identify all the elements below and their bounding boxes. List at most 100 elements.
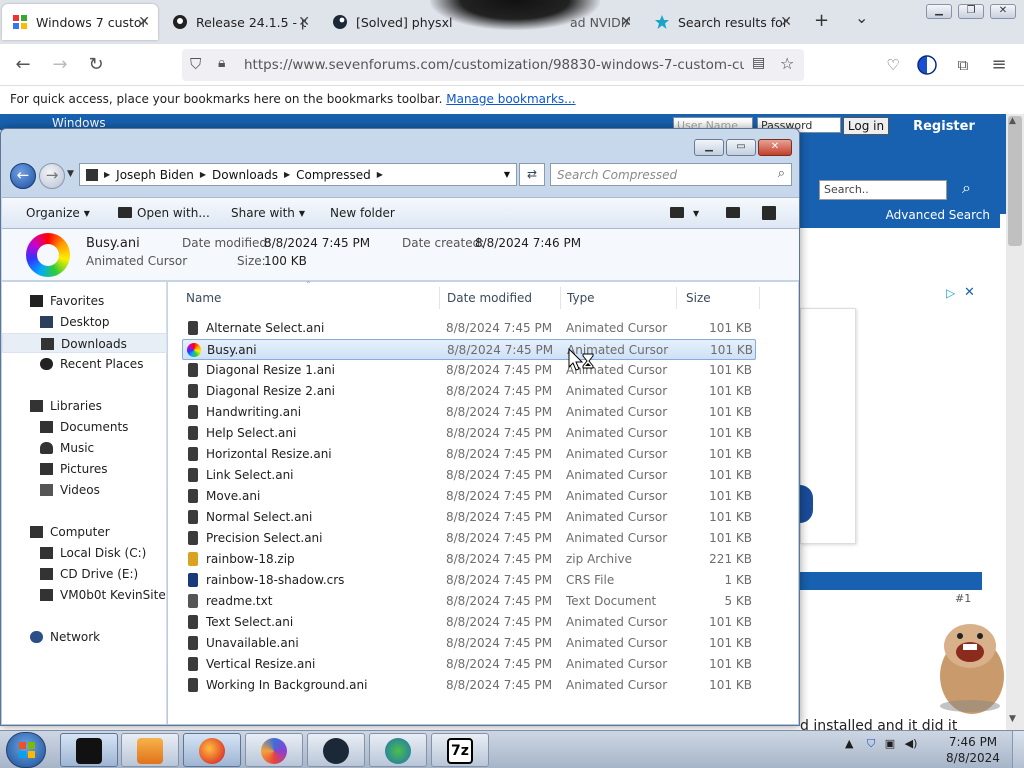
nav-network-share[interactable]: VM0b0t KevinSite (2, 585, 167, 605)
reload-icon[interactable]: ↻ (83, 52, 109, 78)
nav-network[interactable]: Network (2, 627, 167, 647)
nav-local-disk[interactable]: Local Disk (C:) (2, 543, 167, 563)
tray-shield-icon[interactable]: ⛉ (867, 737, 875, 750)
tab-close-icon[interactable]: ✕ (138, 14, 150, 30)
column-header-name[interactable]: Name (186, 287, 440, 309)
nav-videos[interactable]: Videos (2, 480, 167, 500)
table-row[interactable]: Move.ani 8/8/2024 7:45 PM Animated Cursor 1… (182, 486, 756, 507)
table-row[interactable]: Precision Select.ani 8/8/2024 7:45 PM Anim… (182, 528, 756, 549)
table-row[interactable]: Vertical Resize.ani 8/8/2024 7:45 PM Anima… (182, 654, 756, 675)
manage-bookmarks-link[interactable]: Manage bookmarks... (446, 92, 575, 106)
breadcrumb-separator-icon[interactable]: ▶ (377, 170, 383, 179)
start-button[interactable] (6, 732, 46, 768)
column-header-size[interactable]: Size (686, 287, 760, 309)
column-header-type[interactable]: Type (567, 287, 677, 309)
nav-computer[interactable]: Computer (2, 522, 167, 542)
new-tab-button[interactable]: + (814, 10, 829, 31)
table-row[interactable]: rainbow-18.zip 8/8/2024 7:45 PM zip Archiv… (182, 549, 756, 570)
restore-window-button[interactable]: ❐ (958, 4, 984, 19)
tab-close-icon[interactable]: ✕ (620, 14, 632, 30)
breadcrumb-separator-icon[interactable]: ▶ (200, 170, 206, 179)
nav-favorites[interactable]: Favorites (2, 291, 167, 311)
pocket-icon[interactable]: ♡ (880, 52, 906, 78)
url-bar[interactable]: ⛉ 🔒︎ https://www.sevenforums.com/customi… (182, 49, 804, 81)
minimize-window-button[interactable]: ▁ (926, 4, 952, 19)
organize-button[interactable]: Organize ▼ (26, 206, 90, 220)
change-view-button[interactable]: ▼ (670, 206, 699, 220)
table-row[interactable]: Busy.ani 8/8/2024 7:45 PM Animated Cursor 1… (182, 339, 756, 360)
explorer-back-button[interactable]: ← (10, 163, 36, 189)
site-search-input[interactable]: Search.. (819, 180, 947, 200)
table-row[interactable]: Help Select.ani 8/8/2024 7:45 PM Animated … (182, 423, 756, 444)
breadcrumb-separator-icon[interactable]: ▶ (104, 170, 110, 179)
tray-expand-icon[interactable]: ▲ (845, 737, 853, 750)
tab-list-button[interactable]: ⌄ (855, 8, 868, 27)
table-row[interactable]: Alternate Select.ani 8/8/2024 7:45 PM Anim… (182, 318, 756, 339)
recent-pages-dropdown-icon[interactable]: ▼ (67, 169, 74, 179)
table-row[interactable]: readme.txt 8/8/2024 7:45 PM Text Document 5… (182, 591, 756, 612)
table-row[interactable]: Diagonal Resize 1.ani 8/8/2024 7:45 PM Ani… (182, 360, 756, 381)
scroll-up-icon[interactable]: ▲ (1009, 116, 1016, 126)
tab-windows7-custom[interactable]: Windows 7 custom ✕ (2, 4, 158, 40)
table-row[interactable]: Link Select.ani 8/8/2024 7:45 PM Animated … (182, 465, 756, 486)
explorer-close-button[interactable]: ✕ (758, 139, 792, 156)
taskbar-media-player[interactable] (121, 733, 179, 767)
profile-icon[interactable] (914, 52, 940, 78)
table-row[interactable]: Working In Background.ani 8/8/2024 7:45 P… (182, 675, 756, 696)
taskbar-7zip[interactable]: 7z (431, 733, 489, 767)
table-row[interactable]: Handwriting.ani 8/8/2024 7:45 PM Animated … (182, 402, 756, 423)
extensions-icon[interactable]: ⧉ (950, 52, 976, 78)
menu-hamburger-icon[interactable]: ≡ (986, 52, 1012, 78)
site-search-icon[interactable]: ⌕ (962, 178, 971, 198)
taskbar-steam[interactable] (307, 733, 365, 767)
ad-close-icon[interactable]: ✕ (964, 285, 975, 300)
taskbar-clock[interactable]: 7:46 PM 8/8/2024 (938, 734, 1008, 766)
table-row[interactable]: Unavailable.ani 8/8/2024 7:45 PM Animated … (182, 633, 756, 654)
tab-close-icon[interactable]: ✕ (298, 14, 310, 30)
tray-volume-icon[interactable]: ◀︎) (905, 737, 918, 750)
address-bar[interactable]: ▶ Joseph Biden ▶ Downloads ▶ Compressed … (79, 163, 517, 186)
nav-documents[interactable]: Documents (2, 417, 167, 437)
url-text[interactable]: https://www.sevenforums.com/customizatio… (244, 57, 744, 73)
table-row[interactable]: rainbow-18-shadow.crs 8/8/2024 7:45 PM CRS… (182, 570, 756, 591)
help-button[interactable] (762, 206, 781, 222)
share-with-button[interactable]: Share with ▼ (231, 206, 305, 220)
login-button[interactable]: Log in (843, 117, 889, 135)
table-row[interactable]: Normal Select.ani 8/8/2024 7:45 PM Animate… (182, 507, 756, 528)
show-desktop-button[interactable] (1012, 731, 1024, 768)
explorer-forward-button[interactable]: → (39, 163, 65, 189)
bookmark-star-icon[interactable]: ☆ (780, 54, 794, 73)
breadcrumb-compressed[interactable]: Compressed (296, 168, 371, 182)
taskbar-download-manager[interactable] (369, 733, 427, 767)
explorer-minimize-button[interactable]: ▁ (694, 139, 724, 156)
taskbar-explorer[interactable] (60, 733, 118, 767)
breadcrumb-separator-icon[interactable]: ▶ (284, 170, 290, 179)
lock-icon[interactable]: 🔒︎ (218, 55, 225, 71)
nav-downloads[interactable]: Downloads (2, 333, 167, 353)
scroll-down-icon[interactable]: ▼ (1009, 714, 1016, 724)
nav-recent-places[interactable]: Recent Places (2, 354, 167, 374)
advanced-search-link[interactable]: Advanced Search (800, 204, 1000, 228)
tray-network-icon[interactable]: ▣ (885, 737, 895, 750)
breadcrumb-joseph-biden[interactable]: Joseph Biden (116, 168, 194, 182)
taskbar-app-spiral[interactable] (245, 733, 303, 767)
taskbar-firefox[interactable] (183, 733, 241, 767)
tab-nvidia[interactable]: ad NVIDIA ✕ (560, 4, 640, 40)
new-folder-button[interactable]: New folder (330, 206, 395, 220)
forward-arrow-icon[interactable]: → (47, 52, 73, 78)
table-row[interactable]: Text Select.ani 8/8/2024 7:45 PM Animated … (182, 612, 756, 633)
nav-cd-drive[interactable]: CD Drive (E:) (2, 564, 167, 584)
preview-pane-button[interactable] (726, 206, 745, 220)
tab-release[interactable]: Release 24.1.5 - pat ✕ (162, 4, 318, 40)
register-button[interactable]: Register (908, 114, 980, 140)
close-window-button[interactable]: ✕ (990, 4, 1016, 19)
table-row[interactable]: Diagonal Resize 2.ani 8/8/2024 7:45 PM Ani… (182, 381, 756, 402)
tab-close-icon[interactable]: ✕ (780, 14, 792, 30)
column-header-date[interactable]: Date modified (447, 287, 561, 309)
search-icon[interactable]: ⌕ (778, 166, 785, 181)
nav-music[interactable]: Music (2, 438, 167, 458)
page-scrollbar-thumb[interactable] (1008, 116, 1022, 246)
search-compressed-input[interactable]: Search Compressed ⌕ (550, 163, 792, 186)
table-row[interactable]: Horizontal Resize.ani 8/8/2024 7:45 PM Ani… (182, 444, 756, 465)
nav-libraries[interactable]: Libraries (2, 396, 167, 416)
